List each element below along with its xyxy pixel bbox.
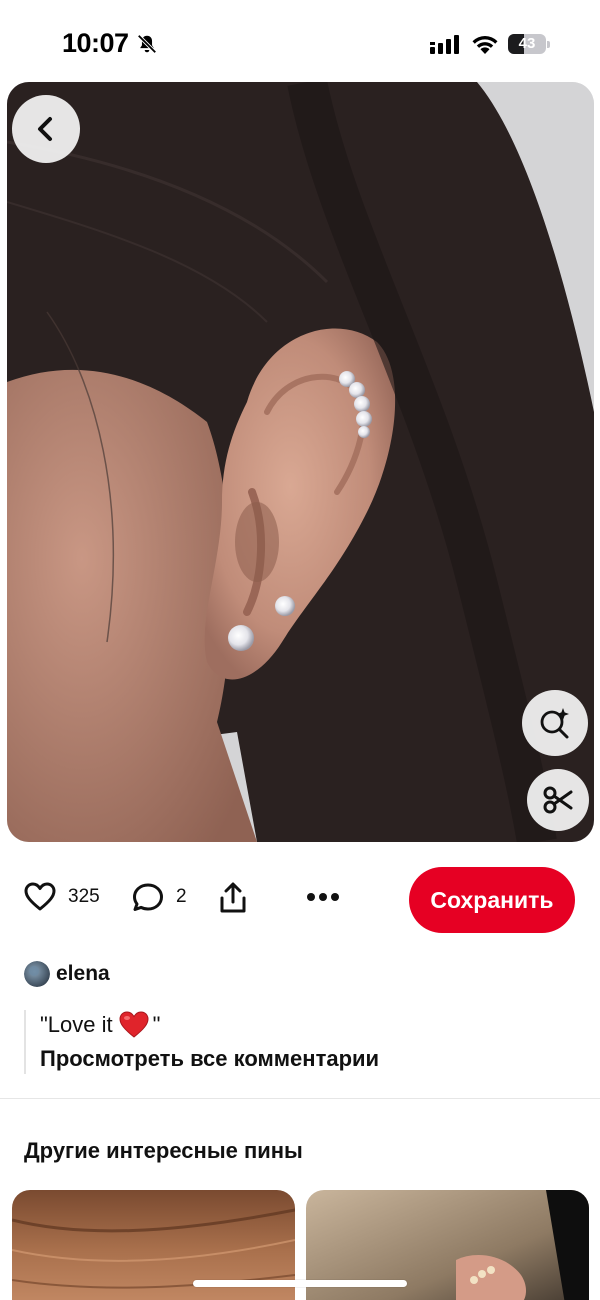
pin-image[interactable] (7, 82, 594, 842)
visual-search-button[interactable] (522, 690, 588, 756)
author-name: elena (56, 962, 110, 985)
share-icon (220, 882, 246, 913)
status-bar: 10:07 43 (0, 0, 600, 84)
chevron-left-icon (38, 117, 52, 141)
home-indicator[interactable] (193, 1280, 407, 1287)
like-button[interactable]: 325 (24, 882, 100, 912)
like-count: 325 (68, 886, 100, 907)
action-bar: 325 2 Сохранить (0, 862, 600, 938)
ellipsis-icon (307, 893, 339, 901)
comment-text-start: "Love it (40, 1012, 113, 1037)
status-time: 10:07 (62, 28, 129, 58)
lens-sparkle-icon (540, 708, 569, 739)
back-button[interactable] (12, 95, 80, 163)
save-button[interactable]: Сохранить (409, 867, 575, 933)
share-button[interactable] (218, 882, 248, 914)
battery-icon: 43 (508, 34, 550, 54)
ear-piercing-photo (7, 82, 594, 842)
wifi-icon (472, 36, 498, 54)
more-options-button[interactable] (306, 892, 340, 902)
comment-author[interactable]: elena (24, 961, 110, 987)
comment-bubble-icon (133, 883, 163, 911)
battery-level: 43 (518, 35, 536, 52)
divider (0, 1098, 600, 1099)
comment-text: "Love it " (40, 1010, 584, 1040)
comment-button[interactable]: 2 (132, 882, 187, 912)
more-pins-title: Другие интересные пины (24, 1138, 303, 1163)
avatar[interactable] (24, 961, 50, 987)
scissors-icon (543, 786, 573, 814)
cutout-button[interactable] (527, 769, 589, 831)
comment-block: "Love it " Просмотреть все комментарии (24, 1010, 584, 1074)
signal-icon (430, 35, 459, 54)
comment-text-end: " (152, 1012, 161, 1037)
comment-count: 2 (176, 886, 187, 907)
heart-outline-icon (24, 882, 56, 911)
view-all-comments-link[interactable]: Просмотреть все комментарии (40, 1044, 584, 1074)
heart-emoji (119, 1011, 149, 1038)
bell-slash-icon (137, 34, 157, 54)
